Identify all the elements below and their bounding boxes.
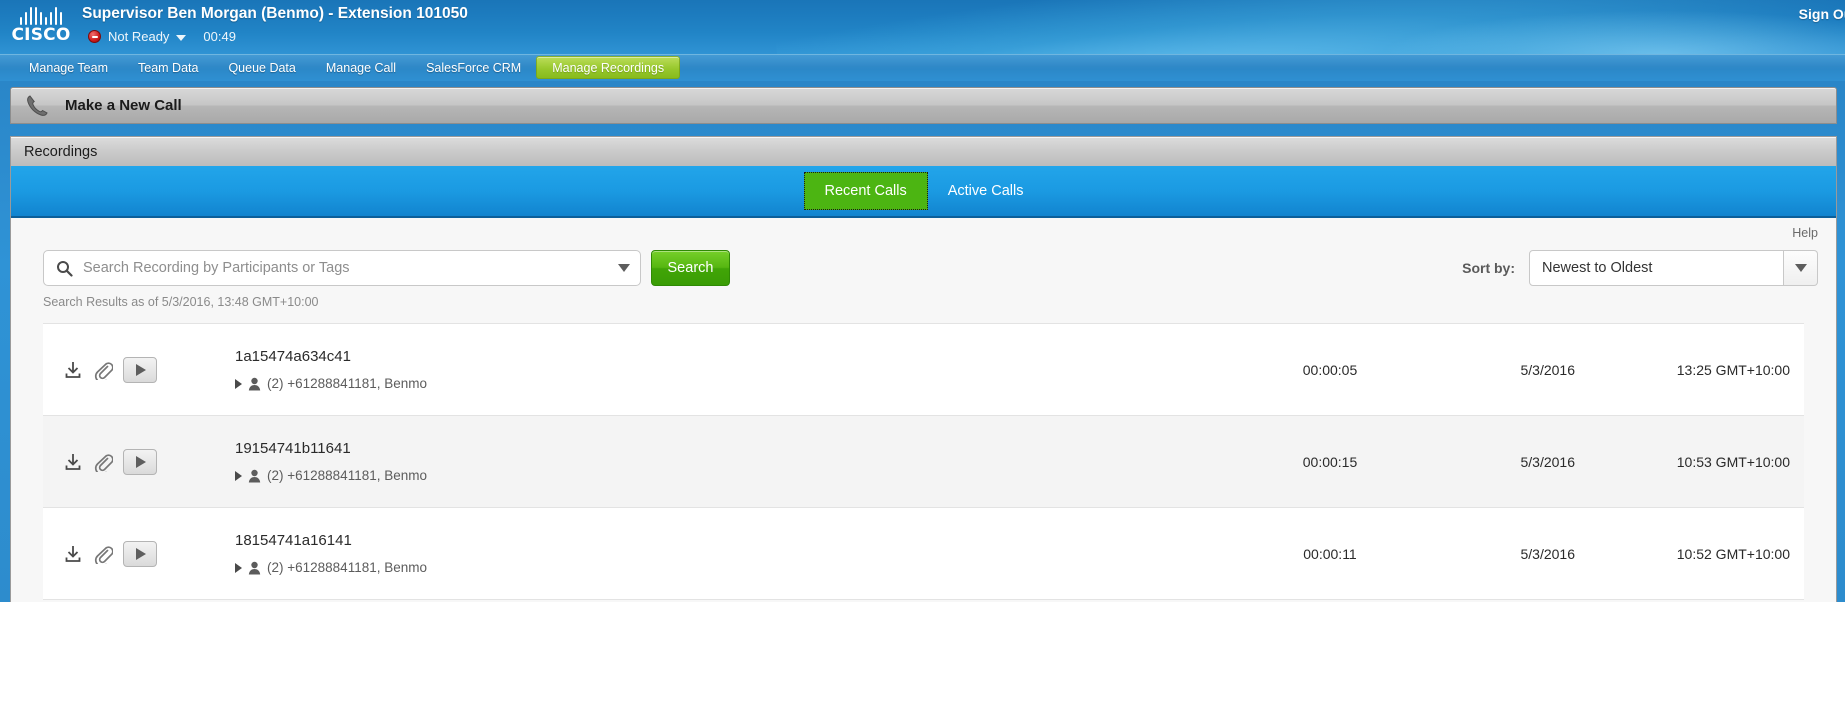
expand-arrow-icon[interactable] (235, 562, 242, 573)
nav-tab-manage-team[interactable]: Manage Team (14, 55, 123, 81)
recording-duration: 00:00:11 (1303, 545, 1357, 562)
recording-id: 1a15474a634c41 (235, 348, 351, 365)
search-box[interactable] (43, 250, 641, 286)
row-actions (63, 356, 203, 383)
play-icon (136, 547, 146, 560)
recording-time: 13:25 GMT+10:00 (1676, 361, 1790, 378)
nav-tab-queue-data[interactable]: Queue Data (213, 55, 310, 81)
not-ready-icon (88, 30, 101, 43)
recordings-list: 1a15474a634c41 (2) +61288841181, Benmo 0… (43, 323, 1804, 600)
play-button[interactable] (123, 356, 157, 383)
nav-tab-manage-recordings[interactable]: Manage Recordings (536, 56, 681, 79)
recording-duration: 00:00:15 (1302, 453, 1358, 470)
play-button[interactable] (123, 540, 157, 567)
recording-time: 10:53 GMT+10:00 (1676, 453, 1790, 470)
agent-title: Supervisor Ben Morgan (Benmo) - Extensio… (82, 5, 468, 22)
main-nav: Manage Team Team Data Queue Data Manage … (0, 54, 1845, 81)
phone-icon (27, 94, 48, 116)
agent-status-control[interactable]: Not Ready 00:49 (88, 29, 236, 44)
status-timer: 00:49 (203, 29, 236, 44)
cisco-logo: CISCO (10, 6, 72, 48)
play-icon (136, 455, 146, 468)
row-main: 1a15474a634c41 (2) +61288841181, Benmo (203, 348, 1235, 391)
tag-paperclip-icon[interactable] (93, 544, 113, 564)
sort-control: Sort by: Newest to Oldest (1462, 250, 1818, 286)
recording-id: 18154741a16141 (235, 532, 352, 549)
nav-tab-team-data[interactable]: Team Data (123, 55, 213, 81)
sign-out-link[interactable]: Sign Out (1799, 6, 1845, 22)
results-timestamp: Search Results as of 5/3/2016, 13:48 GMT… (43, 295, 319, 309)
recording-duration: 00:00:05 (1302, 361, 1358, 378)
recordings-panel-header: Recordings (10, 136, 1837, 166)
recording-date: 5/3/2016 (1520, 545, 1576, 562)
nav-tab-manage-call[interactable]: Manage Call (311, 55, 411, 81)
recording-id: 19154741b11641 (235, 440, 351, 457)
person-icon (248, 469, 261, 482)
recordings-panel: Recordings Recent Calls Active Calls Hel… (10, 136, 1837, 602)
play-button[interactable] (123, 448, 157, 475)
tab-active-calls[interactable]: Active Calls (928, 172, 1044, 210)
participants-row[interactable]: (2) +61288841181, Benmo (235, 468, 1235, 483)
download-icon[interactable] (63, 544, 83, 564)
tab-recent-calls[interactable]: Recent Calls (803, 172, 928, 210)
download-icon[interactable] (63, 452, 83, 472)
expand-arrow-icon[interactable] (235, 378, 242, 389)
download-icon[interactable] (63, 360, 83, 380)
recordings-panel-body: Recent Calls Active Calls Help Search Re… (10, 166, 1837, 602)
participants-text: (2) +61288841181, Benmo (267, 468, 427, 483)
chevron-down-icon (1794, 264, 1807, 272)
sort-dropdown-button[interactable] (1784, 250, 1818, 286)
call-type-tabbar: Recent Calls Active Calls (11, 166, 1836, 218)
search-dropdown-caret-icon[interactable] (618, 264, 630, 272)
search-button[interactable]: Search (651, 250, 730, 286)
app-header: CISCO Supervisor Ben Morgan (Benmo) - Ex… (0, 0, 1845, 54)
help-row: Help (11, 218, 1836, 240)
table-row[interactable]: 18154741a16141 (2) +61288841181, Benmo 0… (43, 508, 1804, 600)
nav-tab-salesforce-crm[interactable]: SalesForce CRM (411, 55, 536, 81)
participants-row[interactable]: (2) +61288841181, Benmo (235, 560, 1235, 575)
cisco-bars-icon (10, 6, 72, 25)
make-new-call-bar[interactable]: Make a New Call (10, 87, 1837, 124)
row-actions (63, 540, 203, 567)
participants-text: (2) +61288841181, Benmo (267, 560, 427, 575)
page-body: Make a New Call Recordings Recent Calls … (0, 81, 1845, 602)
person-icon (248, 377, 261, 390)
participants-text: (2) +61288841181, Benmo (267, 376, 427, 391)
row-main: 18154741a16141 (2) +61288841181, Benmo (203, 532, 1235, 575)
header-decoration-secondary (1380, 10, 1845, 54)
person-icon (248, 561, 261, 574)
tag-paperclip-icon[interactable] (93, 452, 113, 472)
table-row[interactable]: 19154741b11641 (2) +61288841181, Benmo 0… (43, 416, 1804, 508)
row-main: 19154741b11641 (2) +61288841181, Benmo (203, 440, 1235, 483)
tag-paperclip-icon[interactable] (93, 360, 113, 380)
sort-by-label: Sort by: (1462, 260, 1515, 276)
recording-date: 5/3/2016 (1520, 453, 1576, 470)
expand-arrow-icon[interactable] (235, 470, 242, 481)
help-link[interactable]: Help (1792, 226, 1818, 240)
header-decoration (773, 0, 1845, 54)
recording-time: 10:52 GMT+10:00 (1676, 545, 1790, 562)
panel-title: Recordings (24, 143, 98, 160)
agent-status-label: Not Ready (108, 29, 170, 44)
recording-date: 5/3/2016 (1520, 361, 1576, 378)
play-icon (136, 363, 146, 376)
make-new-call-label: Make a New Call (65, 97, 182, 114)
table-row[interactable]: 1a15474a634c41 (2) +61288841181, Benmo 0… (43, 324, 1804, 416)
chevron-down-icon[interactable] (176, 34, 187, 41)
row-actions (63, 448, 203, 475)
participants-row[interactable]: (2) +61288841181, Benmo (235, 376, 1235, 391)
cisco-wordmark: CISCO (11, 25, 71, 45)
sort-select-value[interactable]: Newest to Oldest (1529, 250, 1784, 286)
search-input[interactable] (83, 260, 618, 276)
search-row: Search Sort by: Newest to Oldest (11, 240, 1836, 286)
search-icon (57, 260, 73, 277)
